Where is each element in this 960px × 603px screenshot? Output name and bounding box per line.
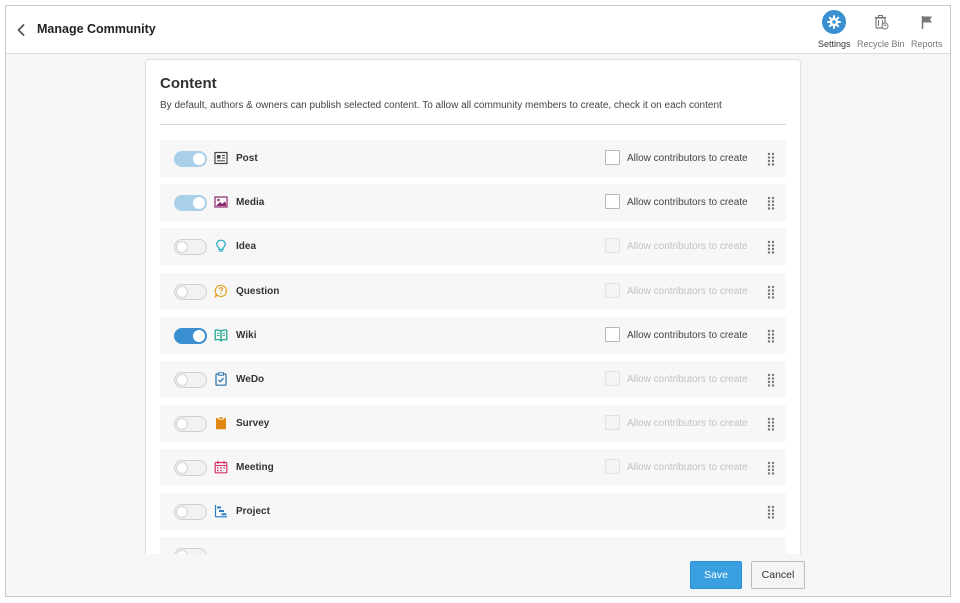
settings-label: Settings <box>818 39 851 49</box>
contributors-label: Allow contributors to create <box>627 330 748 341</box>
survey-contributors-checkbox[interactable] <box>605 415 620 430</box>
contributors-label: Allow contributors to create <box>627 286 748 297</box>
question-toggle[interactable] <box>174 284 207 300</box>
content-row-wiki: Wiki Allow contributors to create <box>160 317 786 354</box>
content-type-label: Idea <box>236 241 257 252</box>
lightbulb-icon <box>214 239 228 253</box>
contributors-label: Allow contributors to create <box>627 197 748 208</box>
content-row-survey: Survey Allow contributors to create <box>160 405 786 442</box>
content-type-label: WeDo <box>236 374 265 385</box>
reports-label: Reports <box>911 39 943 49</box>
section-description: By default, authors & owners can publish… <box>160 100 722 111</box>
cancel-button[interactable]: Cancel <box>751 561 805 589</box>
idea-toggle[interactable] <box>174 239 207 255</box>
reports-button[interactable]: Reports <box>911 10 943 52</box>
app-window: Manage Community Settings Recycle Bin Re… <box>5 5 951 597</box>
divider <box>160 124 786 125</box>
post-icon <box>214 151 228 165</box>
content-type-label: Project <box>236 506 270 517</box>
wedo-contributors-checkbox[interactable] <box>605 371 620 386</box>
post-contributors-checkbox[interactable] <box>605 150 620 165</box>
post-toggle[interactable] <box>174 151 207 167</box>
content-settings-panel: Content By default, authors & owners can… <box>145 59 801 559</box>
question-contributors-checkbox[interactable] <box>605 283 620 298</box>
wiki-book-icon <box>214 328 228 342</box>
content-type-label: Wiki <box>236 330 257 341</box>
idea-contributors-checkbox[interactable] <box>605 238 620 253</box>
save-button[interactable]: Save <box>690 561 742 589</box>
recycle-bin-label: Recycle Bin <box>857 39 905 49</box>
question-icon <box>214 284 228 298</box>
drag-handle-icon[interactable] <box>766 195 776 211</box>
content-row-meeting: Meeting Allow contributors to create <box>160 449 786 486</box>
recycle-bin-button[interactable]: Recycle Bin <box>857 10 905 52</box>
contributors-label: Allow contributors to create <box>627 462 748 473</box>
contributors-label: Allow contributors to create <box>627 374 748 385</box>
meeting-contributors-checkbox[interactable] <box>605 459 620 474</box>
flag-icon <box>915 10 939 34</box>
drag-handle-icon[interactable] <box>766 416 776 432</box>
survey-toggle[interactable] <box>174 416 207 432</box>
content-type-label: Question <box>236 286 280 297</box>
clipboard-check-icon <box>214 372 228 386</box>
media-toggle[interactable] <box>174 195 207 211</box>
wedo-toggle[interactable] <box>174 372 207 388</box>
content-row-question: Question Allow contributors to create <box>160 273 786 310</box>
project-toggle[interactable] <box>174 504 207 520</box>
drag-handle-icon[interactable] <box>766 284 776 300</box>
page-header: Manage Community Settings Recycle Bin Re… <box>6 6 950 54</box>
wiki-contributors-checkbox[interactable] <box>605 327 620 342</box>
content-row-project: Project <box>160 493 786 530</box>
drag-handle-icon[interactable] <box>766 372 776 388</box>
content-type-label: Survey <box>236 418 270 429</box>
drag-handle-icon[interactable] <box>766 460 776 476</box>
contributors-label: Allow contributors to create <box>627 153 748 164</box>
content-type-label: Meeting <box>236 462 274 473</box>
wiki-toggle[interactable] <box>174 328 207 344</box>
drag-handle-icon[interactable] <box>766 151 776 167</box>
drag-handle-icon[interactable] <box>766 504 776 520</box>
media-icon <box>214 195 228 209</box>
content-row-wedo: WeDo Allow contributors to create <box>160 361 786 398</box>
footer-actions: Save Cancel <box>6 554 950 596</box>
content-type-label: Post <box>236 153 258 164</box>
chevron-left-icon <box>17 24 25 36</box>
calendar-icon <box>214 460 228 474</box>
back-button[interactable] <box>12 20 30 40</box>
recycle-bin-icon <box>869 10 893 34</box>
meeting-toggle[interactable] <box>174 460 207 476</box>
contributors-label: Allow contributors to create <box>627 241 748 252</box>
content-row-idea: Idea Allow contributors to create <box>160 228 786 265</box>
survey-clipboard-icon <box>214 416 228 430</box>
page-title: Manage Community <box>37 22 156 36</box>
gantt-chart-icon <box>214 504 228 518</box>
content-row-media: Media Allow contributors to create <box>160 184 786 221</box>
contributors-label: Allow contributors to create <box>627 418 748 429</box>
media-contributors-checkbox[interactable] <box>605 194 620 209</box>
content-row-post: Post Allow contributors to create <box>160 140 786 177</box>
drag-handle-icon[interactable] <box>766 239 776 255</box>
section-title: Content <box>160 75 217 92</box>
drag-handle-icon[interactable] <box>766 328 776 344</box>
settings-button[interactable]: Settings <box>818 10 851 52</box>
gear-icon <box>822 10 847 34</box>
content-type-label: Media <box>236 197 265 208</box>
